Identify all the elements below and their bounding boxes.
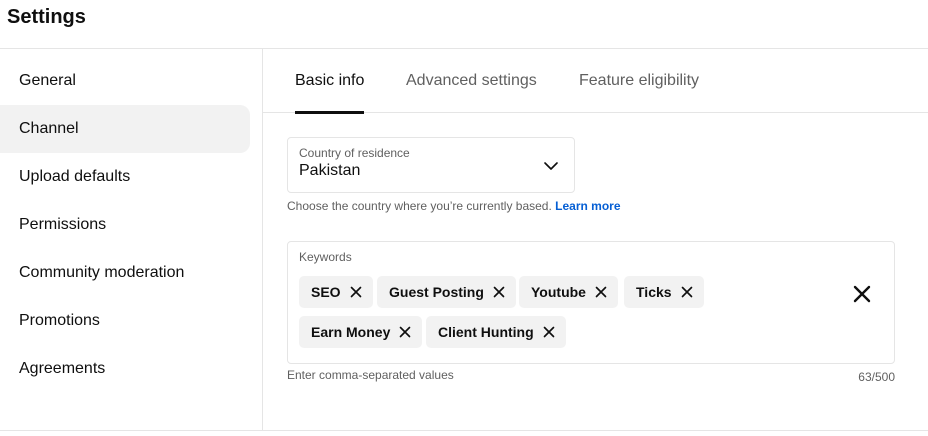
keyword-chip-label: SEO bbox=[311, 284, 341, 300]
sidebar-item-permissions[interactable]: Permissions bbox=[0, 201, 250, 249]
active-tab-indicator bbox=[295, 111, 365, 114]
country-select[interactable]: Country of residence Pakistan bbox=[287, 137, 575, 193]
keyword-chip: Client Hunting bbox=[426, 316, 566, 348]
remove-chip-icon[interactable] bbox=[347, 283, 365, 301]
keywords-field[interactable]: Keywords SEO Guest Posting Youtube Ticks… bbox=[287, 241, 895, 364]
close-icon[interactable] bbox=[850, 282, 874, 306]
settings-sidebar: General Channel Upload defaults Permissi… bbox=[0, 49, 263, 431]
sidebar-item-general[interactable]: General bbox=[0, 57, 250, 105]
country-field-label: Country of residence bbox=[299, 146, 410, 160]
page-header: Settings bbox=[0, 0, 928, 49]
keyword-chip-label: Youtube bbox=[531, 284, 586, 300]
remove-chip-icon[interactable] bbox=[396, 323, 414, 341]
keywords-field-label: Keywords bbox=[299, 250, 352, 264]
keyword-chip-label: Guest Posting bbox=[389, 284, 484, 300]
sidebar-item-community-moderation[interactable]: Community moderation bbox=[0, 249, 250, 297]
settings-tabs: Basic info Advanced settings Feature eli… bbox=[263, 49, 928, 114]
remove-chip-icon[interactable] bbox=[678, 283, 696, 301]
keywords-helper-text: Enter comma-separated values bbox=[287, 368, 454, 382]
keyword-chip-label: Ticks bbox=[636, 284, 672, 300]
learn-more-link[interactable]: Learn more bbox=[555, 199, 620, 213]
tab-advanced-settings[interactable]: Advanced settings bbox=[406, 49, 537, 113]
tab-advanced-settings-label: Advanced settings bbox=[406, 72, 537, 89]
tab-feature-eligibility[interactable]: Feature eligibility bbox=[579, 49, 699, 113]
remove-chip-icon[interactable] bbox=[592, 283, 610, 301]
sidebar-item-agreements[interactable]: Agreements bbox=[0, 345, 250, 393]
tab-basic-info[interactable]: Basic info bbox=[295, 49, 365, 114]
remove-chip-icon[interactable] bbox=[490, 283, 508, 301]
chevron-down-icon bbox=[544, 162, 558, 170]
country-value: Pakistan bbox=[299, 162, 361, 179]
page-title: Settings bbox=[7, 6, 86, 28]
country-helper-text: Choose the country where you’re currentl… bbox=[287, 199, 621, 213]
keyword-chip-label: Client Hunting bbox=[438, 324, 534, 340]
keyword-chip: SEO bbox=[299, 276, 373, 308]
keyword-chip: Youtube bbox=[519, 276, 618, 308]
keyword-chip: Guest Posting bbox=[377, 276, 516, 308]
remove-chip-icon[interactable] bbox=[540, 323, 558, 341]
keyword-chip: Ticks bbox=[624, 276, 704, 308]
country-helper-label: Choose the country where you’re currentl… bbox=[287, 199, 552, 213]
sidebar-item-upload-defaults[interactable]: Upload defaults bbox=[0, 153, 250, 201]
keyword-chip-label: Earn Money bbox=[311, 324, 391, 340]
sidebar-item-channel[interactable]: Channel bbox=[0, 105, 250, 153]
tab-basic-info-label: Basic info bbox=[295, 72, 365, 89]
keywords-character-count: 63/500 bbox=[858, 370, 895, 384]
tab-feature-eligibility-label: Feature eligibility bbox=[579, 72, 700, 89]
sidebar-item-promotions[interactable]: Promotions bbox=[0, 297, 250, 345]
keyword-chip: Earn Money bbox=[299, 316, 423, 348]
bottom-divider bbox=[0, 430, 928, 431]
